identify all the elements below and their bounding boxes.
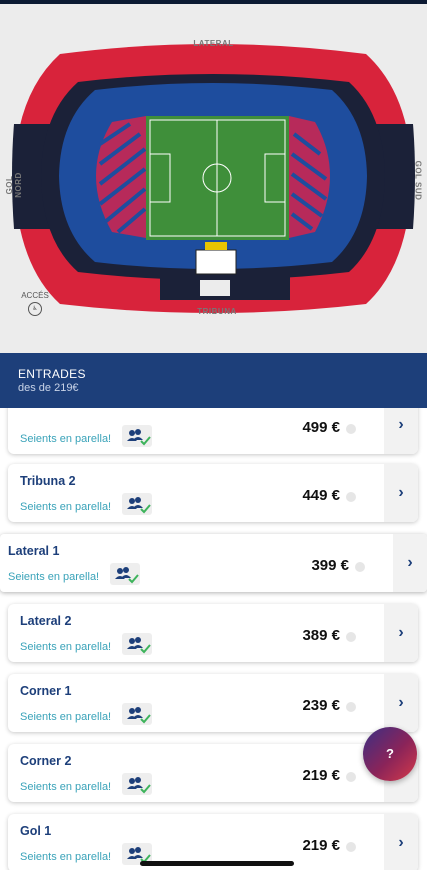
info-icon[interactable] — [346, 424, 356, 434]
info-icon[interactable] — [346, 702, 356, 712]
ticket-list[interactable]: Seients en parella! 499 € › Tribuna 2 Se… — [0, 408, 427, 870]
info-icon[interactable] — [346, 842, 356, 852]
map-label-lateral: LATERAL — [193, 39, 234, 48]
pair-seats-text: Seients en parella! — [20, 711, 112, 723]
ticket-card[interactable]: Seients en parella! 499 € › — [8, 408, 418, 454]
accessibility-icon: ♿ — [28, 302, 42, 316]
pair-seats-text: Seients en parella! — [20, 641, 112, 653]
pair-seats-icon — [122, 703, 152, 725]
chevron-right-icon[interactable]: › — [384, 604, 418, 662]
ticket-name: Lateral 1 — [8, 544, 60, 558]
ticket-name: Tribuna 2 — [20, 474, 76, 488]
map-label-gol-sud: GOL SUD — [413, 160, 423, 201]
ticket-name: Corner 2 — [20, 754, 72, 768]
chevron-right-icon[interactable]: › — [384, 408, 418, 454]
acces-label: ACCÉS — [21, 291, 49, 300]
pair-seats-icon — [122, 773, 152, 795]
info-icon[interactable] — [355, 562, 365, 572]
stadium-map[interactable]: LATERAL TRIBUNA GOL NORD GOL SUD ACCÉS ♿ — [0, 4, 427, 353]
ticket-name: Lateral 2 — [20, 614, 72, 628]
pair-seats-text: Seients en parella! — [20, 851, 112, 863]
ticket-price: 449 € — [302, 487, 340, 504]
ticket-card-selected[interactable]: Lateral 1 Seients en parella! 399 € › — [0, 534, 427, 592]
pair-seats-text: Seients en parella! — [20, 781, 112, 793]
tickets-from-price: des de 219€ — [18, 382, 79, 394]
ticket-price: 219 € — [302, 767, 340, 784]
pair-seats-text: Seients en parella! — [20, 433, 112, 445]
home-indicator[interactable] — [140, 861, 294, 866]
tickets-header: ENTRADES des de 219€ — [0, 353, 427, 408]
acces-indicator: ACCÉS ♿ — [20, 291, 50, 316]
ticket-price: 239 € — [302, 697, 340, 714]
ticket-price: 219 € — [302, 837, 340, 854]
help-button[interactable]: ? — [363, 727, 417, 781]
info-icon[interactable] — [346, 492, 356, 502]
chevron-right-icon[interactable]: › — [384, 814, 418, 870]
chevron-right-icon[interactable]: › — [384, 464, 418, 522]
ticket-price: 399 € — [311, 557, 349, 574]
chevron-right-icon[interactable]: › — [393, 534, 427, 592]
pair-seats-icon — [122, 633, 152, 655]
ticket-card[interactable]: Corner 1 Seients en parella! 239 € › — [8, 674, 418, 732]
ticket-card[interactable]: Tribuna 2 Seients en parella! 449 € › — [8, 464, 418, 522]
chevron-right-icon[interactable]: › — [384, 674, 418, 732]
pair-seats-icon — [122, 425, 152, 447]
ticket-name: Gol 1 — [20, 824, 52, 838]
ticket-price: 389 € — [302, 627, 340, 644]
ticket-card[interactable]: Corner 2 Seients en parella! 219 € › — [8, 744, 418, 802]
pair-seats-text: Seients en parella! — [20, 501, 112, 513]
pair-seats-text: Seients en parella! — [8, 571, 100, 583]
map-label-tribuna: TRIBUNA — [197, 307, 237, 316]
ticket-card[interactable]: Lateral 2 Seients en parella! 389 € › — [8, 604, 418, 662]
info-icon[interactable] — [346, 632, 356, 642]
ticket-name: Corner 1 — [20, 684, 72, 698]
ticket-price: 499 € — [302, 419, 340, 436]
tickets-title: ENTRADES — [18, 367, 86, 381]
map-label-gol-nord: GOL NORD — [5, 172, 23, 198]
pair-seats-icon — [110, 563, 140, 585]
pair-seats-icon — [122, 493, 152, 515]
stadium-map-graphic[interactable] — [0, 4, 427, 353]
info-icon[interactable] — [346, 772, 356, 782]
